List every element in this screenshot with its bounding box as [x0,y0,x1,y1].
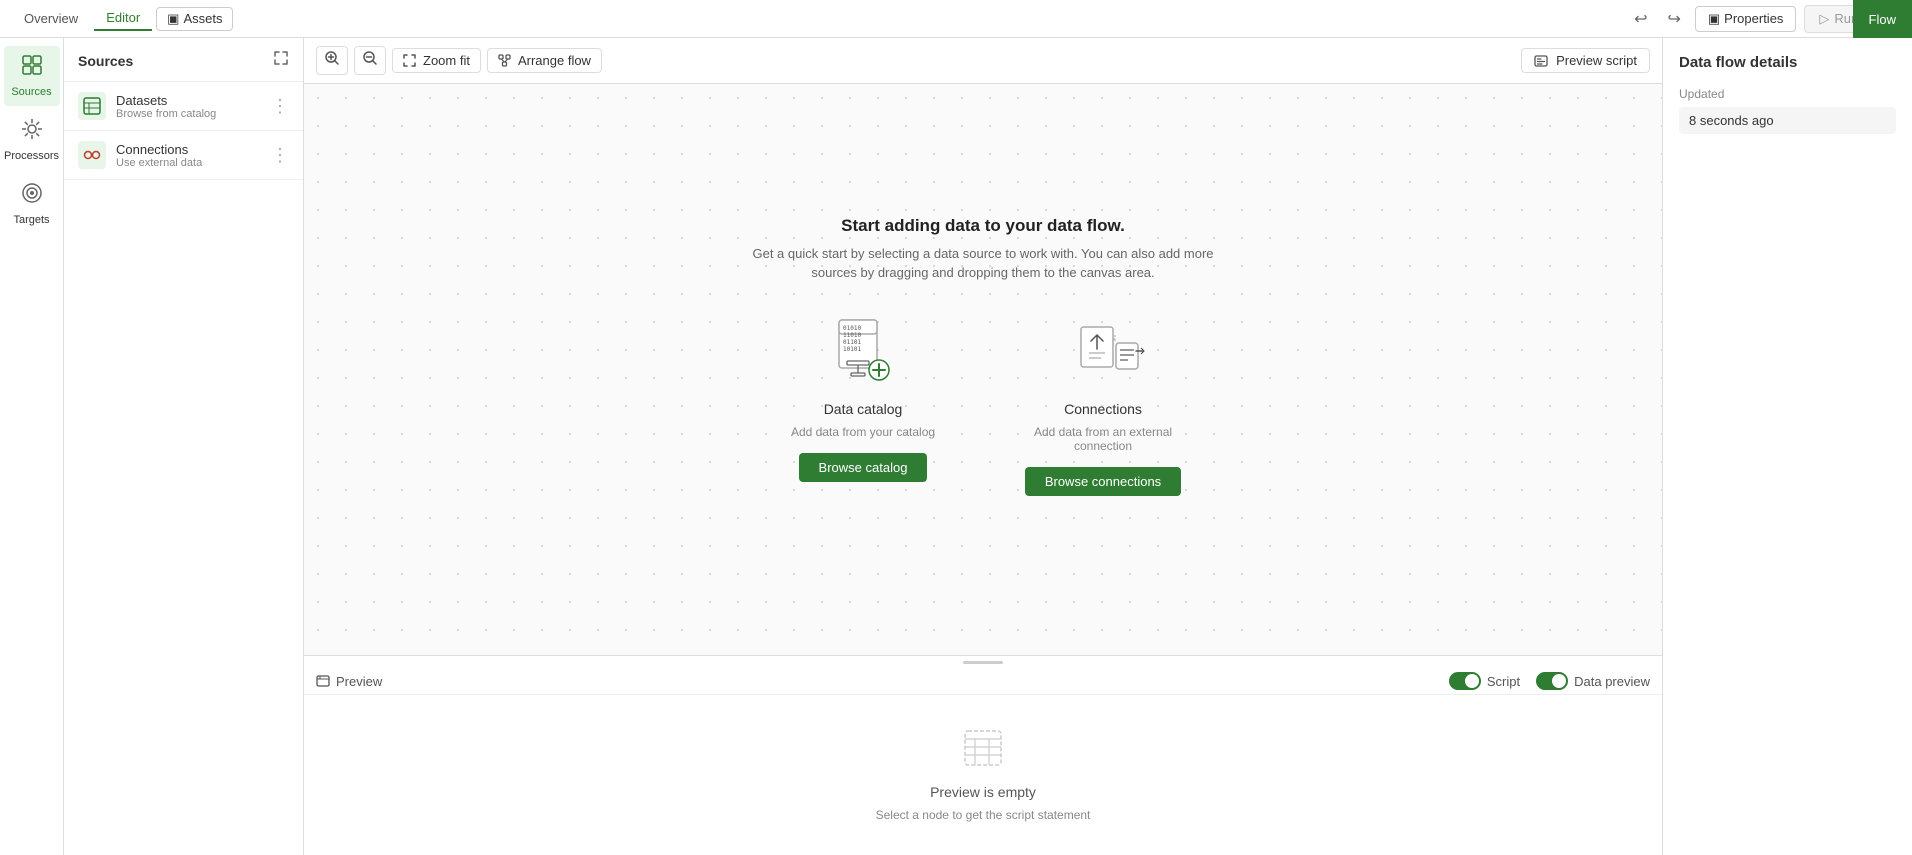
tab-editor[interactable]: Editor [94,6,152,31]
run-icon: ▷ [1819,11,1829,27]
zoom-out-button[interactable] [354,46,386,75]
connections-desc: Use external data [116,157,261,169]
tab-overview[interactable]: Overview [12,7,90,30]
svg-text:10101: 10101 [843,346,861,353]
connections-card: Connections Add data from an external co… [1013,313,1193,496]
right-panel: Data flow details Updated 8 seconds ago [1662,38,1912,855]
connections-text: Connections Use external data [116,142,261,169]
canvas-wrapper: Zoom fit Arrange flow [304,38,1662,855]
sidebar-item-targets[interactable]: Targets [4,174,60,234]
datasets-desc: Browse from catalog [116,108,261,120]
preview-label[interactable]: Preview [316,674,382,689]
sources-label: Sources [11,86,51,98]
svg-text:01101: 01101 [843,339,861,346]
arrange-flow-button[interactable]: Arrange flow [487,48,602,73]
sources-panel: Sources Datasets Browse from catalog [64,38,304,855]
toggle-group: Script Data preview [1449,672,1650,690]
canvas-area: Zoom fit Arrange flow [304,38,1662,855]
sources-header: Sources [64,38,303,82]
sidebar-item-sources[interactable]: Sources [4,46,60,106]
data-catalog-name: Data catalog [824,401,903,417]
targets-icon [21,182,43,210]
top-nav: Overview Editor ▣ Assets ↩ ↪ ▣ Propertie… [0,0,1912,38]
zoom-in-button[interactable] [316,46,348,75]
script-toggle-label: Script [1487,674,1520,689]
script-toggle-item: Script [1449,672,1520,690]
datasets-more-button[interactable]: ⋮ [271,96,289,117]
undo-button[interactable]: ↩ [1628,7,1653,31]
bottom-resize-handle[interactable] [304,656,1662,668]
sources-expand-button[interactable] [273,50,289,71]
processors-icon [21,118,43,146]
connections-more-button[interactable]: ⋮ [271,145,289,166]
canvas-cards: 01010 11010 01101 10101 [733,313,1233,496]
canvas-center-desc: Get a quick start by selecting a data so… [733,244,1233,283]
sidebar-item-processors[interactable]: Processors [4,110,60,170]
browse-catalog-button[interactable]: Browse catalog [799,453,928,482]
bottom-handle-bar [963,661,1003,664]
svg-text:01010: 01010 [843,325,861,332]
svg-text:11010: 11010 [843,332,861,339]
datasets-source-item[interactable]: Datasets Browse from catalog ⋮ [64,82,303,131]
assets-button[interactable]: ▣ Assets [156,7,233,31]
datasets-name: Datasets [116,93,261,108]
updated-label: Updated [1679,87,1896,101]
sources-icon [21,54,43,82]
datasets-text: Datasets Browse from catalog [116,93,261,120]
data-catalog-desc: Add data from your catalog [791,425,935,439]
flow-tab: Flow [1853,0,1912,38]
connections-source-icon [78,141,106,169]
canvas-grid: Start adding data to your data flow. Get… [304,84,1662,655]
targets-label: Targets [13,214,49,226]
data-preview-toggle-item: Data preview [1536,672,1650,690]
sources-title: Sources [78,53,133,69]
zoom-fit-button[interactable]: Zoom fit [392,48,481,73]
bottom-content: Preview is empty Select a node to get th… [304,695,1662,855]
canvas-center: Start adding data to your data flow. Get… [733,216,1233,496]
connections-source-item[interactable]: Connections Use external data ⋮ [64,131,303,180]
bottom-toolbar: Preview Script Data preview [304,668,1662,695]
script-toggle[interactable] [1449,672,1481,690]
datasets-icon [78,92,106,120]
empty-preview-title: Preview is empty [930,784,1036,800]
data-catalog-card: 01010 11010 01101 10101 [773,313,953,482]
connections-card-desc: Add data from an external connection [1013,425,1193,453]
preview-script-button[interactable]: Preview script [1521,48,1650,73]
data-catalog-icon: 01010 11010 01101 10101 [818,313,908,393]
connections-card-name: Connections [1064,401,1142,417]
icon-sidebar: Sources Processors [0,38,64,855]
redo-button[interactable]: ↪ [1661,7,1686,31]
properties-icon: ▣ [1708,11,1720,27]
empty-preview-icon [963,729,1003,776]
bottom-panel: Preview Script Data preview [304,655,1662,855]
connections-name: Connections [116,142,261,157]
processors-label: Processors [4,150,59,162]
properties-button[interactable]: ▣ Properties [1695,6,1797,32]
data-preview-toggle-label: Data preview [1574,674,1650,689]
updated-value: 8 seconds ago [1679,107,1896,134]
connections-card-icon [1058,313,1148,393]
empty-preview-desc: Select a node to get the script statemen… [876,808,1091,822]
canvas-toolbar: Zoom fit Arrange flow [304,38,1662,84]
browse-connections-button[interactable]: Browse connections [1025,467,1181,496]
assets-icon: ▣ [167,11,179,27]
right-panel-title: Data flow details [1679,54,1896,71]
preview-icon [316,674,330,688]
main-layout: Sources Processors [0,38,1912,855]
data-preview-toggle[interactable] [1536,672,1568,690]
canvas-center-title: Start adding data to your data flow. [733,216,1233,236]
